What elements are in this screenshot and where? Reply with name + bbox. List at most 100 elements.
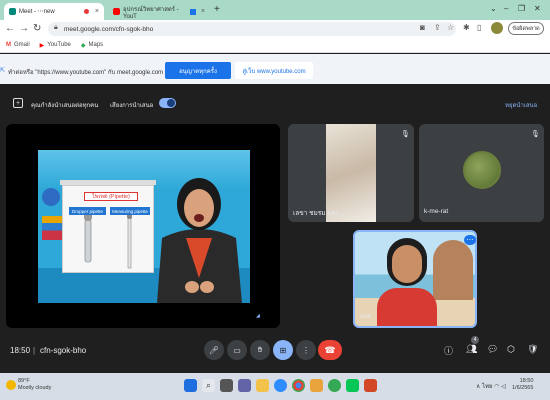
books-icon	[42, 216, 64, 240]
chat-icon[interactable]: 💬︎	[487, 344, 498, 355]
channel-logo-icon: ◢	[256, 313, 260, 319]
weather-icon	[6, 380, 16, 390]
taskbar-clock[interactable]: 18:50 1/6/2565	[512, 378, 533, 392]
bookmark-label: YouTube	[47, 42, 71, 48]
minimize-icon[interactable]: –	[504, 4, 508, 13]
more-options-button[interactable]: ⋮	[296, 340, 316, 360]
weather-widget[interactable]: 89°F Mostly cloudy	[18, 378, 51, 392]
mic-off-icon: 🎙︎	[401, 131, 410, 138]
reload-icon[interactable]: ↻	[33, 23, 41, 34]
tab-youtube[interactable]: อุปกรณ์วิทยาศาสตร์ - YouT ×	[108, 3, 210, 20]
clock-date: 1/6/2565	[512, 385, 534, 391]
close-tab-icon[interactable]: ×	[201, 8, 205, 15]
more-options-icon[interactable]: ⋯	[464, 235, 476, 245]
maps-icon: ◆	[80, 42, 86, 49]
youtube-icon: ▶	[39, 42, 45, 49]
participant-count-badge: 4	[471, 336, 479, 344]
raise-hand-button[interactable]: ✋︎	[250, 340, 270, 360]
recording-dot-icon	[83, 9, 89, 14]
mic-button[interactable]: 🎤︎	[204, 340, 224, 360]
tab-label: อุปกรณ์วิทยาศาสตร์ - YouT	[123, 6, 179, 20]
activities-icon[interactable]: ⬡	[507, 344, 515, 355]
tab-share-icon: ⇱	[0, 68, 6, 74]
gmail-icon: M	[6, 42, 11, 48]
label-dropper: Dropper pipette	[69, 207, 106, 215]
close-window-icon[interactable]: ✕	[534, 4, 541, 13]
file-explorer-icon[interactable]	[256, 379, 269, 392]
temperature: 89°F	[18, 378, 30, 384]
people-icon[interactable]: 👥︎	[466, 344, 477, 355]
task-view-icon[interactable]	[220, 379, 233, 392]
participant-name-2: k-me-rat	[424, 208, 449, 215]
switch-to-site-button[interactable]: สู่เว็บ www.youtube.com	[235, 62, 313, 79]
paint-icon[interactable]	[310, 379, 323, 392]
info-icon[interactable]: ⓘ	[444, 344, 453, 357]
board-title: ไพเพต (Pipette)	[84, 192, 138, 201]
chrome-icon[interactable]	[292, 379, 305, 392]
search-icon[interactable]: ⌕	[202, 379, 215, 392]
volume-icon[interactable]: ◁	[501, 384, 506, 390]
share-icon[interactable]: ⇪	[434, 23, 441, 32]
mic-off-icon: 🎙︎	[531, 131, 540, 138]
chevron-up-icon[interactable]: ∧	[476, 384, 480, 390]
presentation-audio-label: เสียงการนำเสนอ	[110, 103, 154, 109]
url-input[interactable]: meet.google.com/cfn-sgok-bho	[48, 22, 456, 36]
bookmark-label: Maps	[88, 42, 104, 48]
cast-icon	[190, 8, 196, 15]
bookmarks-bar: M Gmail ▶ YouTube ◆ Maps	[0, 38, 550, 53]
close-tab-icon[interactable]: ×	[95, 8, 99, 15]
meeting-time: 18:50	[10, 346, 31, 355]
extensions-icon[interactable]: ✱	[463, 23, 470, 32]
meeting-code: cfn-sgok-bho	[40, 346, 87, 355]
system-tray[interactable]: ∧ ไทย ◠ ◁	[476, 381, 506, 391]
participant-avatar-2	[463, 151, 501, 189]
camera-button[interactable]: ▭	[227, 340, 247, 360]
present-button[interactable]: ⊞	[273, 340, 293, 360]
participant-name-self: Aoil	[360, 313, 371, 320]
sidepanel-icon[interactable]: ▯	[477, 23, 481, 32]
permission-text: ทำต่อหรือ "https://www.youtube.com" กับ …	[8, 70, 164, 76]
presenter-image	[157, 178, 242, 303]
teams-icon[interactable]	[238, 379, 251, 392]
restore-icon[interactable]: ❐	[518, 4, 525, 13]
powerpoint-icon[interactable]	[364, 379, 377, 392]
label-measuring: Measuring pipette	[110, 207, 150, 215]
participant-tile-self[interactable]	[353, 230, 477, 328]
clock-time: 18:50	[519, 378, 534, 384]
bookmark-gmail[interactable]: M Gmail	[6, 42, 30, 48]
presentation-audio-toggle[interactable]	[159, 98, 176, 108]
back-icon[interactable]: ←	[5, 23, 15, 34]
leave-call-button[interactable]: ☎︎	[318, 340, 342, 360]
language-indicator[interactable]: ไทย	[482, 384, 493, 390]
wifi-icon[interactable]: ◠	[494, 384, 499, 390]
lock-icon[interactable]: 🔒︎	[54, 24, 58, 32]
tab-meet[interactable]: Meet - ⋯new ×	[4, 3, 104, 20]
globe-icon	[42, 188, 60, 206]
participant-name-1: เลขา ชมรม พระ...	[293, 210, 345, 217]
weather-text: Mostly cloudy	[18, 385, 52, 391]
chevron-down-icon[interactable]: ⌄	[490, 4, 497, 13]
star-icon[interactable]: ☆	[447, 23, 454, 32]
present-screen-icon: +	[13, 98, 23, 108]
separator: |	[33, 346, 36, 355]
presenting-status: คุณกำลังนำเสนอต่อทุกคน	[31, 103, 99, 109]
profile-avatar[interactable]	[491, 22, 503, 34]
youtube-favicon-icon	[113, 8, 120, 15]
camera-blocked-icon[interactable]: ◙	[420, 23, 425, 32]
url-text: meet.google.com/cfn-sgok-bho	[64, 25, 154, 33]
tab-label: Meet - ⋯new	[19, 9, 55, 15]
line-icon[interactable]	[346, 379, 359, 392]
host-controls-icon[interactable]: 🛡︎	[527, 344, 538, 355]
start-icon[interactable]	[184, 379, 197, 392]
edge-icon[interactable]	[274, 379, 287, 392]
new-tab-button[interactable]: +	[214, 4, 220, 15]
bookmark-maps[interactable]: ◆ Maps	[81, 42, 103, 49]
stop-presenting-button[interactable]: หยุดนำเสนอ	[505, 100, 537, 110]
bookmark-label: Gmail	[14, 42, 30, 48]
chrome-profile-icon[interactable]	[328, 379, 341, 392]
meet-favicon-icon	[9, 8, 16, 15]
forward-icon[interactable]: →	[19, 23, 29, 34]
allow-always-button[interactable]: อนุญาตทุกครั้ง	[165, 62, 231, 79]
bookmark-youtube[interactable]: ▶ YouTube	[40, 42, 71, 49]
update-button[interactable]: ข้อผิดพลาด	[508, 22, 544, 35]
